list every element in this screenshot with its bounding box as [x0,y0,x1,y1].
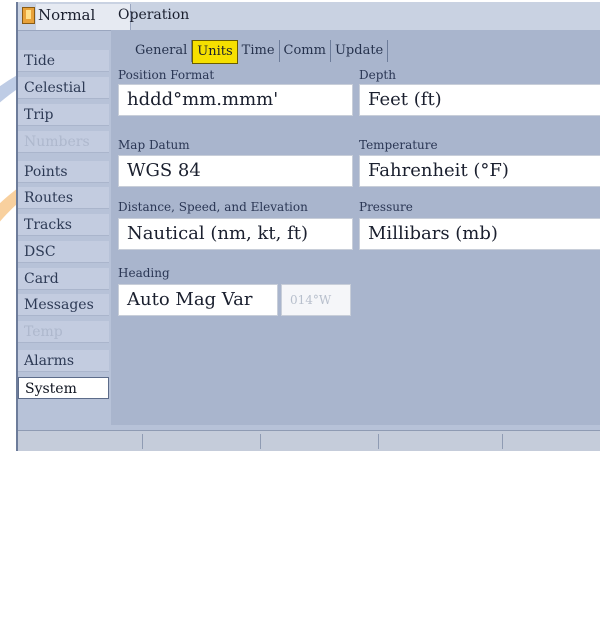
page-subtitle: Operation [118,7,190,23]
map-datum-field[interactable]: WGS 84 [118,155,353,187]
status-segment [260,434,379,449]
sidebar-item-system[interactable]: System [18,377,109,399]
tab-bar: General Units Time Comm Update [131,40,389,64]
sidebar-item-alarms[interactable]: Alarms [18,350,109,372]
status-segment [378,434,503,449]
depth-field[interactable]: Feet (ft) [359,84,600,116]
sidebar-item-celestial[interactable]: Celestial [18,77,109,99]
sidebar-item-tide[interactable]: Tide [18,50,109,72]
pressure-label: Pressure [359,200,413,214]
sidebar-item-dsc[interactable]: DSC [18,241,109,263]
tab-time[interactable]: Time [238,40,280,62]
title-bar: Normal Operation [18,2,600,31]
position-format-label: Position Format [118,68,215,82]
sidebar-item-numbers[interactable]: Numbers [18,131,109,153]
tab-units[interactable]: Units [192,40,238,64]
distance-speed-elevation-field[interactable]: Nautical (nm, kt, ft) [118,218,353,250]
sidebar-item-routes[interactable]: Routes [18,187,109,209]
map-datum-label: Map Datum [118,138,190,152]
mode-label: Normal [38,6,96,24]
heading-variation-field: 014°W [281,284,351,316]
settings-panel: General Units Time Comm Update Position … [111,30,600,425]
status-segment [18,434,143,449]
mode-icon [22,7,35,24]
sidebar-item-points[interactable]: Points [18,161,109,183]
sidebar-item-messages[interactable]: Messages [18,294,109,316]
depth-label: Depth [359,68,396,82]
device-screen: Normal Operation Tide Celestial Trip Num… [16,2,600,451]
temperature-label: Temperature [359,138,438,152]
heading-label: Heading [118,266,170,280]
sidebar: Tide Celestial Trip Numbers Points Route… [18,30,109,430]
pressure-field[interactable]: Millibars (mb) [359,218,600,250]
distance-speed-elevation-label: Distance, Speed, and Elevation [118,200,308,214]
status-bar [18,430,600,451]
tab-update[interactable]: Update [331,40,389,62]
tab-general[interactable]: General [131,40,193,62]
position-format-field[interactable]: hddd°mm.mmm' [118,84,353,116]
status-segment [142,434,261,449]
sidebar-item-temp[interactable]: Temp [18,321,109,343]
sidebar-item-tracks[interactable]: Tracks [18,214,109,236]
heading-field[interactable]: Auto Mag Var [118,284,278,316]
temperature-field[interactable]: Fahrenheit (°F) [359,155,600,187]
sidebar-item-trip[interactable]: Trip [18,104,109,126]
tab-comm[interactable]: Comm [280,40,331,62]
sidebar-item-card[interactable]: Card [18,268,109,290]
